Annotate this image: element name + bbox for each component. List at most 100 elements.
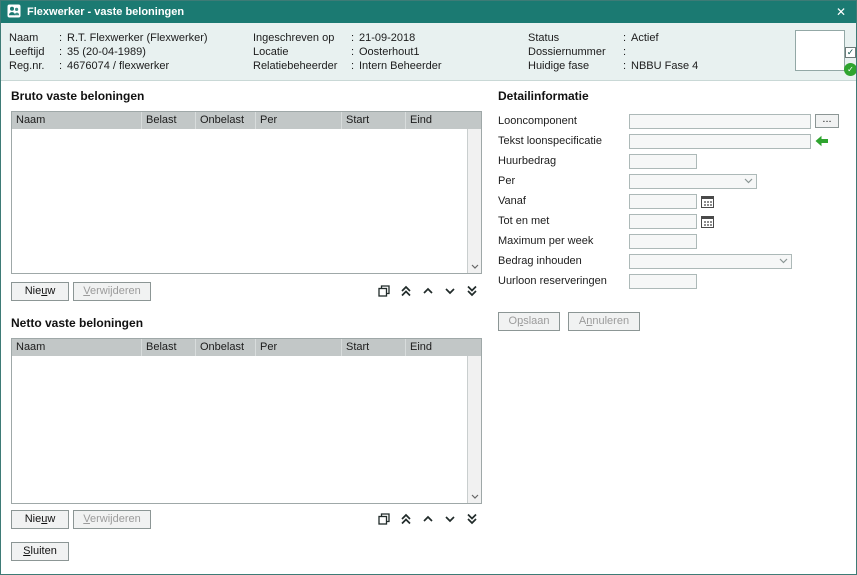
maximum-per-week-label: Maximum per week bbox=[498, 235, 629, 247]
looncomponent-label: Looncomponent bbox=[498, 115, 629, 127]
bruto-nieuw-button[interactable]: Nieuw bbox=[11, 282, 69, 301]
opslaan-button[interactable]: Opslaan bbox=[498, 312, 560, 331]
uurloon-reserveringen-input[interactable] bbox=[629, 274, 697, 289]
regnr-label: Reg.nr. bbox=[9, 59, 59, 73]
bruto-reorder-toolbar bbox=[376, 283, 480, 299]
chevron-down-icon bbox=[443, 512, 457, 526]
netto-copy-button[interactable] bbox=[376, 511, 392, 527]
info-column-1: Naam:R.T. Flexwerker (Flexwerker) Leefti… bbox=[9, 31, 208, 73]
scroll-down-button[interactable] bbox=[468, 489, 481, 503]
annuleren-button[interactable]: Annuleren bbox=[568, 312, 640, 331]
netto-move-down-button[interactable] bbox=[442, 511, 458, 527]
tot-en-met-calendar-button[interactable] bbox=[701, 215, 714, 228]
calendar-icon bbox=[701, 215, 714, 228]
bruto-move-bottom-button[interactable] bbox=[464, 283, 480, 299]
chevron-up-icon bbox=[421, 284, 435, 298]
per-select[interactable] bbox=[629, 174, 757, 189]
bruto-move-top-button[interactable] bbox=[398, 283, 414, 299]
relatiebeheerder-label: Relatiebeheerder bbox=[253, 59, 351, 73]
column-header-per: Per bbox=[256, 112, 342, 129]
bruto-copy-button[interactable] bbox=[376, 283, 392, 299]
ingeschreven-op-label: Ingeschreven op bbox=[253, 31, 351, 45]
detail-section-title: Detailinformatie bbox=[498, 89, 589, 103]
netto-scrollbar[interactable] bbox=[467, 356, 481, 503]
huurbedrag-row: Huurbedrag bbox=[498, 151, 850, 171]
copy-from-looncomponent-button[interactable] bbox=[815, 135, 829, 147]
uurloon-reserveringen-row: Uurloon reserveringen bbox=[498, 271, 850, 291]
tot-en-met-row: Tot en met bbox=[498, 211, 850, 231]
netto-verwijderen-button[interactable]: Verwijderen bbox=[73, 510, 151, 529]
column-header-eind: Eind bbox=[406, 339, 481, 356]
double-chevron-up-icon bbox=[399, 512, 413, 526]
maximum-per-week-row: Maximum per week bbox=[498, 231, 850, 251]
sluiten-button[interactable]: Sluiten bbox=[11, 542, 69, 561]
maximum-per-week-input[interactable] bbox=[629, 234, 697, 249]
flag-checkbox[interactable]: ✓ bbox=[845, 47, 856, 58]
huurbedrag-input[interactable] bbox=[629, 154, 697, 169]
column-header-start: Start bbox=[342, 112, 406, 129]
tot-en-met-input[interactable] bbox=[629, 214, 697, 229]
tot-en-met-label: Tot en met bbox=[498, 215, 629, 227]
info-column-2: Ingeschreven op:21-09-2018 Locatie:Ooste… bbox=[253, 31, 442, 73]
per-row: Per bbox=[498, 171, 850, 191]
separator: : bbox=[59, 45, 67, 59]
bedrag-inhouden-select[interactable] bbox=[629, 254, 792, 269]
per-label: Per bbox=[498, 175, 629, 187]
separator: : bbox=[623, 59, 631, 73]
bruto-verwijderen-button[interactable]: Verwijderen bbox=[73, 282, 151, 301]
app-icon bbox=[7, 4, 21, 21]
leeftijd-value: 35 (20-04-1989) bbox=[67, 46, 146, 58]
arrow-left-icon bbox=[815, 135, 829, 147]
close-button[interactable]: ✕ bbox=[832, 5, 850, 19]
looncomponent-browse-button[interactable]: ... bbox=[815, 114, 839, 128]
column-header-naam: Naam bbox=[12, 112, 142, 129]
copy-icon bbox=[377, 284, 391, 298]
huurbedrag-label: Huurbedrag bbox=[498, 155, 629, 167]
vanaf-input[interactable] bbox=[629, 194, 697, 209]
netto-move-top-button[interactable] bbox=[398, 511, 414, 527]
netto-table: Naam Belast Onbelast Per Start Eind bbox=[11, 338, 482, 504]
netto-nieuw-button[interactable]: Nieuw bbox=[11, 510, 69, 529]
looncomponent-row: Looncomponent ... bbox=[498, 111, 850, 131]
netto-section-title: Netto vaste beloningen bbox=[11, 316, 143, 330]
separator: : bbox=[59, 31, 67, 45]
netto-button-row: Nieuw Verwijderen bbox=[11, 510, 151, 529]
netto-table-body bbox=[12, 356, 467, 503]
separator: : bbox=[351, 45, 359, 59]
locatie-value: Oosterhout1 bbox=[359, 46, 420, 58]
dialog-window: Flexwerker - vaste beloningen ✕ Naam:R.T… bbox=[0, 0, 857, 575]
info-column-3: Status:Actief Dossiernummer: Huidige fas… bbox=[528, 31, 698, 73]
bruto-move-up-button[interactable] bbox=[420, 283, 436, 299]
detail-button-row: Opslaan Annuleren bbox=[498, 312, 640, 331]
netto-move-up-button[interactable] bbox=[420, 511, 436, 527]
leeftijd-label: Leeftijd bbox=[9, 45, 59, 59]
relatiebeheerder-value: Intern Beheerder bbox=[359, 60, 442, 72]
ingeschreven-op-value: 21-09-2018 bbox=[359, 32, 415, 44]
column-header-naam: Naam bbox=[12, 339, 142, 356]
bruto-table: Naam Belast Onbelast Per Start Eind bbox=[11, 111, 482, 274]
naam-label: Naam bbox=[9, 31, 59, 45]
column-header-belast: Belast bbox=[142, 112, 196, 129]
separator: : bbox=[351, 31, 359, 45]
separator: : bbox=[623, 45, 631, 59]
netto-move-bottom-button[interactable] bbox=[464, 511, 480, 527]
chevron-up-icon bbox=[421, 512, 435, 526]
status-ok-icon: ✓ bbox=[844, 63, 857, 76]
bruto-move-down-button[interactable] bbox=[442, 283, 458, 299]
chevron-down-icon bbox=[471, 264, 479, 269]
header-info-panel: Naam:R.T. Flexwerker (Flexwerker) Leefti… bbox=[1, 23, 856, 81]
netto-table-header: Naam Belast Onbelast Per Start Eind bbox=[12, 339, 481, 356]
status-value: Actief bbox=[631, 32, 659, 44]
tekst-loonspecificatie-input[interactable] bbox=[629, 134, 811, 149]
window-title: Flexwerker - vaste beloningen bbox=[27, 6, 826, 18]
double-chevron-up-icon bbox=[399, 284, 413, 298]
bruto-scrollbar[interactable] bbox=[467, 129, 481, 273]
double-chevron-down-icon bbox=[465, 512, 479, 526]
locatie-label: Locatie bbox=[253, 45, 351, 59]
vanaf-calendar-button[interactable] bbox=[701, 195, 714, 208]
column-header-onbelast: Onbelast bbox=[196, 339, 256, 356]
looncomponent-input[interactable] bbox=[629, 114, 811, 129]
copy-icon bbox=[377, 512, 391, 526]
scroll-down-button[interactable] bbox=[468, 259, 481, 273]
regnr-value: 4676074 / flexwerker bbox=[67, 60, 169, 72]
